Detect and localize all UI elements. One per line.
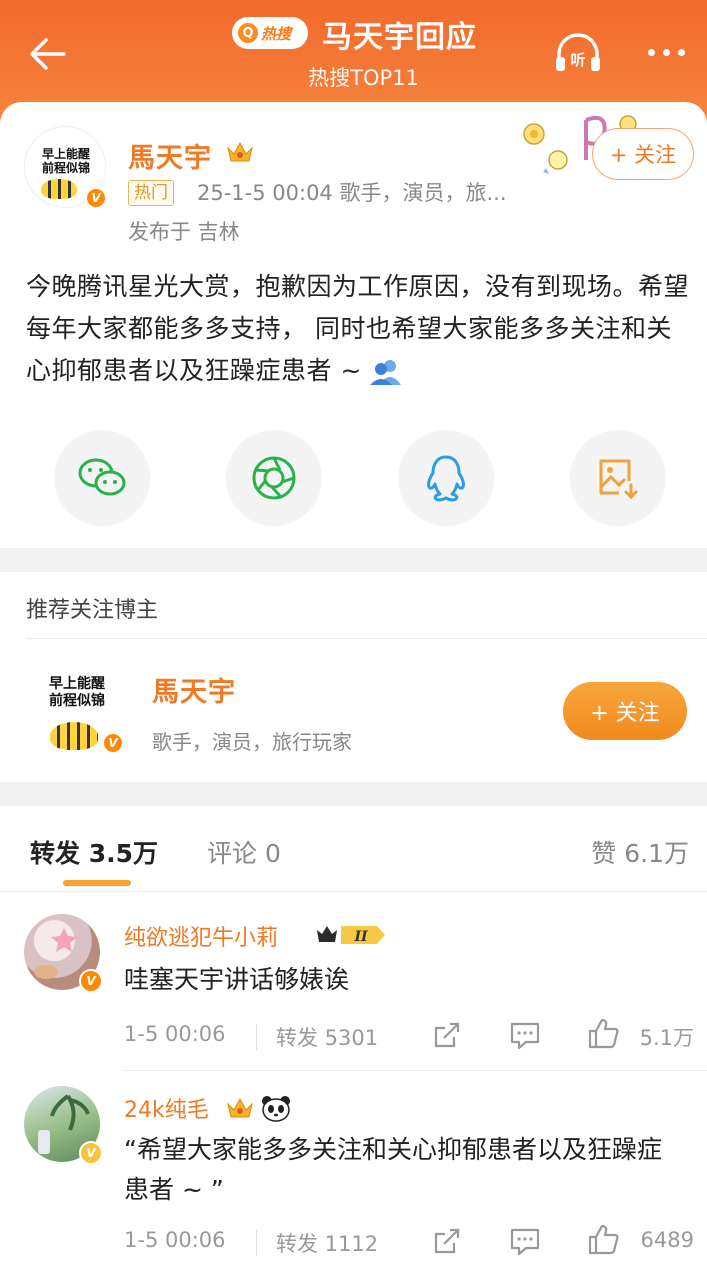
user-name[interactable]: 纯欲逃犯牛小莉 <box>124 920 278 952</box>
thumbs-up-icon[interactable] <box>586 1016 622 1052</box>
repost-text: 哇塞天宇讲话够婊诶 <box>124 965 350 994</box>
avatar-caption: 早上能醒 前程似锦 <box>49 676 105 709</box>
share-actions <box>0 430 707 526</box>
like-count: 5.1万 <box>639 1026 694 1050</box>
share-icon[interactable] <box>430 1018 464 1052</box>
repost-footer: 1-5 00:06 转发 5301 5.1万 <box>124 1018 694 1052</box>
vip-level-badge-icon: II <box>317 926 385 945</box>
verified-v-icon: V <box>85 187 107 209</box>
panda-icon <box>262 1096 290 1122</box>
bee-illustration <box>50 722 98 750</box>
interactions-section: 转发 3.5万 评论 0 赞 6.1万 V 纯欲逃犯牛小莉 II 哇塞天宇讲话够… <box>0 806 707 1274</box>
page-title: 马天宇回应 <box>322 20 477 55</box>
listen-headphone-icon[interactable]: 听 <box>553 30 603 76</box>
recommend-title: 推荐关注博主 <box>26 598 159 623</box>
user-name[interactable]: 24k纯毛 <box>124 1092 209 1124</box>
repost-count[interactable]: 转发 1112 <box>276 1228 378 1258</box>
comment-icon[interactable] <box>508 1224 542 1258</box>
author-avatar[interactable]: 早上能醒 前程似锦 V <box>24 126 107 209</box>
user-avatar[interactable]: V <box>24 914 103 993</box>
like-count: 6489 <box>640 1228 694 1252</box>
crown-vip-icon <box>227 1097 253 1118</box>
people-emoji-icon <box>370 360 402 385</box>
save-image-button[interactable] <box>570 430 666 526</box>
repost-time: 1-5 00:06 <box>124 1022 226 1046</box>
active-tab-indicator <box>63 880 131 886</box>
bee-illustration <box>41 179 77 199</box>
divider <box>124 1070 707 1071</box>
tab-repost[interactable]: 转发 3.5万 <box>30 834 158 870</box>
recommend-bloggers-card: 推荐关注博主 早上能醒 前程似锦 V 馬天宇 歌手，演员，旅行玩家 + 关注 <box>0 572 707 782</box>
verified-v-icon: V <box>102 732 124 754</box>
recommend-follow-button[interactable]: + 关注 <box>563 682 687 740</box>
crown-vip-icon <box>227 141 253 162</box>
divider <box>256 1230 257 1256</box>
post-content: 今晚腾讯星光大赏，抱歉因为工作原因，没有到现场。希望每年大家都能多多支持， 同时… <box>26 266 694 392</box>
interaction-tabs: 转发 3.5万 评论 0 赞 6.1万 <box>0 806 707 892</box>
weibo-post-card: 早上能醒 前程似锦 V 馬天宇 热门 25-1-5 00:04 歌手，演员，旅.… <box>0 102 707 548</box>
verified-v-icon: V <box>79 1141 103 1165</box>
vip-level: II <box>353 929 368 945</box>
repost-item: V 24k纯毛 “希望大家能多多关注和关心抑郁患者以及狂躁症患者 ~ ” 1-5… <box>0 1084 707 1274</box>
qq-penguin-icon <box>427 455 465 502</box>
share-wechat-button[interactable] <box>54 430 150 526</box>
repost-footer: 1-5 00:06 转发 1112 6489 <box>124 1224 694 1258</box>
share-icon[interactable] <box>430 1224 464 1258</box>
hot-search-icon: Q <box>238 23 258 43</box>
follow-button[interactable]: + 关注 <box>592 128 694 180</box>
save-picture-icon <box>599 459 638 500</box>
post-text: 今晚腾讯星光大赏，抱歉因为工作原因，没有到现场。希望每年大家都能多多支持， 同时… <box>26 272 690 385</box>
thumbs-up-icon[interactable] <box>586 1222 622 1258</box>
moments-aperture-icon <box>252 456 296 500</box>
repost-item: V 纯欲逃犯牛小莉 II 哇塞天宇讲话够婊诶 1-5 00:06 转发 5301 <box>0 910 707 1071</box>
hot-tag: 热门 <box>128 180 174 206</box>
recommend-avatar[interactable]: 早上能醒 前程似锦 V <box>26 670 130 762</box>
user-avatar[interactable]: V <box>24 1086 103 1165</box>
listen-label: 听 <box>570 51 585 69</box>
recommend-description: 歌手，演员，旅行玩家 <box>152 730 352 754</box>
post-location: 发布于 吉林 <box>128 220 240 244</box>
hot-search-badge: Q 热搜 <box>232 17 308 49</box>
share-qq-button[interactable] <box>398 430 494 526</box>
divider <box>26 638 707 639</box>
tab-comment[interactable]: 评论 0 <box>207 834 281 870</box>
avatar-caption: 早上能醒 前程似锦 <box>41 147 90 175</box>
repost-text: “希望大家能多多关注和关心抑郁患者以及狂躁症患者 ~ ” <box>124 1135 662 1204</box>
recommend-name[interactable]: 馬天宇 <box>152 670 236 709</box>
share-moments-button[interactable] <box>226 430 322 526</box>
hot-search-badge-text: 热搜 <box>261 24 292 43</box>
verified-v-icon: V <box>79 969 103 993</box>
post-meta: 25-1-5 00:04 歌手，演员，旅... <box>197 181 507 205</box>
wechat-icon <box>78 458 126 496</box>
more-options-icon[interactable] <box>641 38 691 66</box>
repost-time: 1-5 00:06 <box>124 1228 226 1252</box>
author-name[interactable]: 馬天宇 <box>128 136 212 175</box>
divider <box>256 1024 257 1050</box>
tab-like[interactable]: 赞 6.1万 <box>591 834 689 870</box>
comment-icon[interactable] <box>508 1018 542 1052</box>
repost-count[interactable]: 转发 5301 <box>276 1022 378 1052</box>
